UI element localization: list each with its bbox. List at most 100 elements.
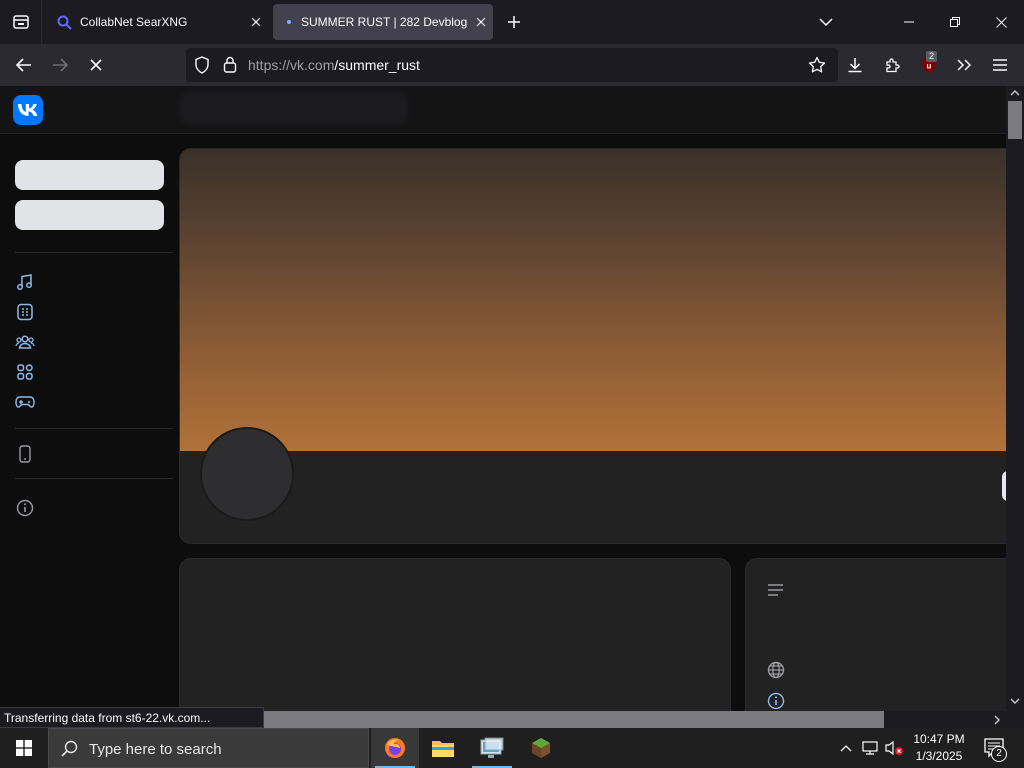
avatar[interactable] <box>200 427 294 521</box>
sidebar-item-services[interactable] <box>15 302 35 322</box>
windows-taskbar: Type here to search 10:47 PM 1/3/2025 2 <box>0 728 1024 768</box>
stop-icon <box>90 59 102 71</box>
firefox-icon <box>385 738 405 758</box>
sidebar-divider <box>15 478 173 479</box>
network-icon <box>862 741 878 755</box>
puzzle-icon <box>886 58 900 73</box>
search-icon <box>61 740 78 757</box>
url-path: /summer_rust <box>334 57 420 73</box>
minimize-button[interactable] <box>886 0 932 44</box>
sidebar-item-mobile[interactable] <box>15 444 35 464</box>
sidebar-item-music[interactable] <box>15 272 35 292</box>
vk-logo-icon <box>18 104 38 116</box>
hamburger-menu-icon <box>993 59 1007 71</box>
tab-title: SUMMER RUST | 282 Devblog | ... <box>301 15 469 29</box>
sidebar-item-apps[interactable] <box>15 362 35 382</box>
tab-close-button[interactable] <box>244 10 268 34</box>
ublock-extension-button[interactable]: u 2 <box>913 49 945 81</box>
svg-text:u: u <box>927 62 932 71</box>
sidebar-skeleton-button-1 <box>15 160 164 190</box>
mobile-phone-icon <box>19 445 31 463</box>
arrow-left-icon <box>16 58 31 72</box>
vk-logo[interactable] <box>13 95 43 125</box>
web-content <box>0 86 1006 711</box>
sidebar-item-friends[interactable] <box>15 332 35 352</box>
services-icon <box>17 303 33 321</box>
window-close-button[interactable] <box>978 0 1024 44</box>
search-placeholder: Type here to search <box>89 741 222 758</box>
loading-dot-icon <box>287 20 291 24</box>
url-text: https://vk.com/summer_rust <box>248 57 420 73</box>
gamepad-icon <box>15 396 35 408</box>
status-panel: Transferring data from st6-22.vk.com... <box>0 707 264 728</box>
extension-badge: 2 <box>926 51 938 62</box>
music-icon <box>17 274 32 290</box>
search-icon <box>57 15 72 30</box>
forward-button[interactable] <box>44 49 76 81</box>
tab-strip: CollabNet SearXNG SUMMER RUST | 282 Devb… <box>0 0 1024 44</box>
folder-icon <box>432 741 454 757</box>
double-chevron-right-icon <box>957 59 971 71</box>
horizontal-scrollbar-thumb[interactable] <box>262 711 884 728</box>
taskbar-app-minecraft[interactable] <box>517 728 565 768</box>
minimize-icon <box>904 21 914 23</box>
tab-summer-rust[interactable]: SUMMER RUST | 282 Devblog | ... <box>273 4 493 40</box>
tab-close-button[interactable] <box>469 10 493 34</box>
restore-icon <box>950 17 960 27</box>
taskbar-app-file-explorer[interactable] <box>419 728 467 768</box>
action-center-button[interactable]: 2 <box>978 728 1012 768</box>
scroll-right-arrow-icon[interactable] <box>994 715 1000 725</box>
firefox-view-button[interactable] <box>0 0 42 44</box>
scroll-down-arrow-icon[interactable] <box>1010 698 1020 704</box>
profile-header-card <box>179 148 1006 544</box>
sidebar-item-games[interactable] <box>15 392 35 412</box>
show-hidden-icons-button[interactable] <box>836 728 856 768</box>
navigation-toolbar: https://vk.com/summer_rust u 2 <box>0 44 1024 86</box>
close-icon <box>476 17 486 27</box>
sidebar-divider <box>15 252 173 253</box>
back-button[interactable] <box>8 49 40 81</box>
taskbar-app-firefox[interactable] <box>371 728 419 768</box>
arrow-right-icon <box>53 58 68 72</box>
stop-loading-button[interactable] <box>80 49 112 81</box>
extensions-button[interactable] <box>877 49 909 81</box>
taskbar-search-box[interactable]: Type here to search <box>48 728 369 768</box>
network-status[interactable] <box>860 728 882 768</box>
list-all-tabs-button[interactable] <box>812 8 840 36</box>
plus-icon <box>508 16 520 28</box>
restore-button[interactable] <box>932 0 978 44</box>
info-icon[interactable] <box>767 692 785 710</box>
clock-date: 1/3/2025 <box>915 749 963 763</box>
sidebar-skeleton-button-2 <box>15 200 164 230</box>
cover-image <box>180 149 1006 451</box>
firefox-view-icon <box>12 15 29 29</box>
sidebar-divider <box>15 428 173 429</box>
info-icon <box>16 499 34 517</box>
taskbar-app-remote-desktop[interactable] <box>468 728 516 768</box>
clock-time: 10:47 PM <box>913 732 965 746</box>
friends-icon <box>15 335 35 349</box>
tab-searxng[interactable]: CollabNet SearXNG <box>46 4 268 40</box>
address-bar[interactable]: https://vk.com/summer_rust <box>186 48 838 82</box>
vertical-scrollbar-thumb[interactable] <box>1008 101 1022 139</box>
vertical-scrollbar[interactable] <box>1006 86 1024 711</box>
lock-icon <box>223 56 237 73</box>
vk-header <box>0 86 1006 134</box>
bookmark-star-icon[interactable] <box>808 56 826 74</box>
new-tab-button[interactable] <box>499 8 529 36</box>
volume-control[interactable] <box>884 728 906 768</box>
sidebar-item-info[interactable] <box>15 498 35 518</box>
start-button[interactable] <box>0 728 48 768</box>
app-menu-button[interactable] <box>984 49 1016 81</box>
more-tools-button[interactable] <box>948 49 980 81</box>
info-card <box>745 558 1006 711</box>
download-icon <box>848 58 862 73</box>
search-placeholder-skeleton <box>180 92 408 124</box>
globe-icon[interactable] <box>767 661 785 679</box>
remote-desktop-icon <box>480 737 504 758</box>
downloads-button[interactable] <box>839 49 871 81</box>
scroll-up-arrow-icon[interactable] <box>1010 90 1020 96</box>
chevron-down-icon <box>819 18 833 26</box>
taskbar-clock[interactable]: 10:47 PM 1/3/2025 <box>908 731 970 765</box>
apps-grid-icon <box>17 364 33 380</box>
